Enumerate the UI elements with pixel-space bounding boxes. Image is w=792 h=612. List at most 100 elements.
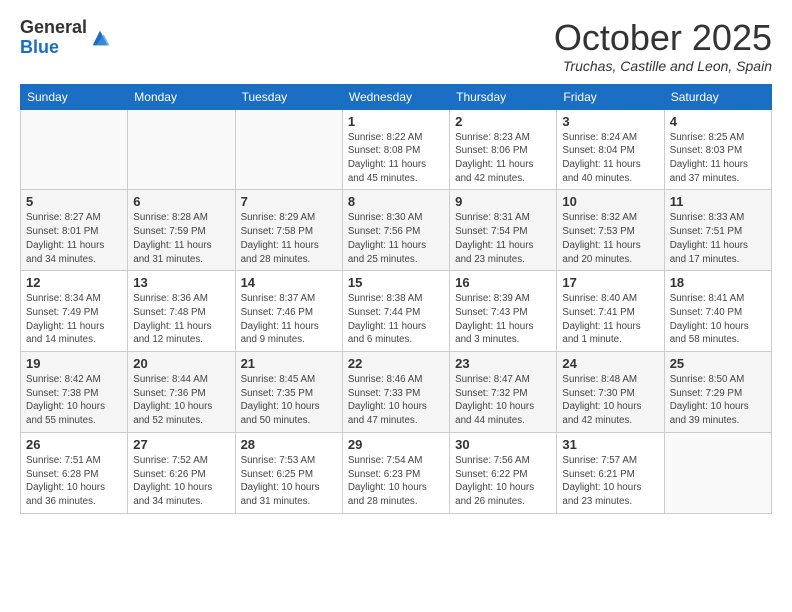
table-row: 30 Sunrise: 7:56 AM Sunset: 6:22 PM Dayli… xyxy=(450,432,557,513)
table-row: 10 Sunrise: 8:32 AM Sunset: 7:53 PM Dayli… xyxy=(557,190,664,271)
day-info: Sunrise: 8:31 AM Sunset: 7:54 PM Dayligh… xyxy=(455,211,551,266)
day-number: 9 xyxy=(455,194,551,209)
day-number: 27 xyxy=(133,437,229,452)
day-number: 12 xyxy=(26,275,122,290)
table-row xyxy=(235,109,342,190)
day-number: 13 xyxy=(133,275,229,290)
calendar-row: 26 Sunrise: 7:51 AM Sunset: 6:28 PM Dayli… xyxy=(21,432,772,513)
table-row xyxy=(21,109,128,190)
day-info: Sunrise: 8:24 AM Sunset: 8:04 PM Dayligh… xyxy=(562,131,658,186)
day-number: 25 xyxy=(670,356,766,371)
day-number: 7 xyxy=(241,194,337,209)
calendar-row: 1 Sunrise: 8:22 AM Sunset: 8:08 PM Daylig… xyxy=(21,109,772,190)
logo: General Blue xyxy=(20,18,111,58)
day-info: Sunrise: 7:53 AM Sunset: 6:25 PM Dayligh… xyxy=(241,454,337,509)
day-number: 29 xyxy=(348,437,444,452)
title-block: October 2025 Truchas, Castille and Leon,… xyxy=(554,18,772,74)
day-info: Sunrise: 8:38 AM Sunset: 7:44 PM Dayligh… xyxy=(348,292,444,347)
day-info: Sunrise: 8:32 AM Sunset: 7:53 PM Dayligh… xyxy=(562,211,658,266)
day-info: Sunrise: 7:56 AM Sunset: 6:22 PM Dayligh… xyxy=(455,454,551,509)
day-info: Sunrise: 8:22 AM Sunset: 8:08 PM Dayligh… xyxy=(348,131,444,186)
header-sunday: Sunday xyxy=(21,84,128,109)
day-info: Sunrise: 8:34 AM Sunset: 7:49 PM Dayligh… xyxy=(26,292,122,347)
table-row: 29 Sunrise: 7:54 AM Sunset: 6:23 PM Dayli… xyxy=(342,432,449,513)
day-number: 18 xyxy=(670,275,766,290)
table-row: 3Sunrise: 8:24 AM Sunset: 8:04 PM Daylig… xyxy=(557,109,664,190)
day-number: 11 xyxy=(670,194,766,209)
logo-general: General xyxy=(20,18,87,38)
calendar-row: 19 Sunrise: 8:42 AM Sunset: 7:38 PM Dayli… xyxy=(21,352,772,433)
day-info: Sunrise: 8:28 AM Sunset: 7:59 PM Dayligh… xyxy=(133,211,229,266)
day-number: 22 xyxy=(348,356,444,371)
day-info: Sunrise: 8:25 AM Sunset: 8:03 PM Dayligh… xyxy=(670,131,766,186)
table-row: 22 Sunrise: 8:46 AM Sunset: 7:33 PM Dayli… xyxy=(342,352,449,433)
table-row: 1 Sunrise: 8:22 AM Sunset: 8:08 PM Daylig… xyxy=(342,109,449,190)
day-number: 8 xyxy=(348,194,444,209)
table-row: 5Sunrise: 8:27 AM Sunset: 8:01 PM Daylig… xyxy=(21,190,128,271)
table-row: 11 Sunrise: 8:33 AM Sunset: 7:51 PM Dayli… xyxy=(664,190,771,271)
header: General Blue October 2025 Truchas, Casti… xyxy=(20,18,772,74)
day-info: Sunrise: 7:51 AM Sunset: 6:28 PM Dayligh… xyxy=(26,454,122,509)
day-info: Sunrise: 7:57 AM Sunset: 6:21 PM Dayligh… xyxy=(562,454,658,509)
month-title: October 2025 xyxy=(554,18,772,58)
day-info: Sunrise: 8:41 AM Sunset: 7:40 PM Dayligh… xyxy=(670,292,766,347)
table-row: 25 Sunrise: 8:50 AM Sunset: 7:29 PM Dayli… xyxy=(664,352,771,433)
day-info: Sunrise: 8:40 AM Sunset: 7:41 PM Dayligh… xyxy=(562,292,658,347)
day-info: Sunrise: 8:27 AM Sunset: 8:01 PM Dayligh… xyxy=(26,211,122,266)
table-row: 15 Sunrise: 8:38 AM Sunset: 7:44 PM Dayli… xyxy=(342,271,449,352)
day-number: 24 xyxy=(562,356,658,371)
day-number: 2 xyxy=(455,114,551,129)
table-row: 20 Sunrise: 8:44 AM Sunset: 7:36 PM Dayli… xyxy=(128,352,235,433)
header-thursday: Thursday xyxy=(450,84,557,109)
table-row: 27 Sunrise: 7:52 AM Sunset: 6:26 PM Dayli… xyxy=(128,432,235,513)
day-number: 10 xyxy=(562,194,658,209)
calendar-row: 12 Sunrise: 8:34 AM Sunset: 7:49 PM Dayli… xyxy=(21,271,772,352)
table-row: 24 Sunrise: 8:48 AM Sunset: 7:30 PM Dayli… xyxy=(557,352,664,433)
day-number: 19 xyxy=(26,356,122,371)
table-row: 8 Sunrise: 8:30 AM Sunset: 7:56 PM Daylig… xyxy=(342,190,449,271)
day-info: Sunrise: 7:54 AM Sunset: 6:23 PM Dayligh… xyxy=(348,454,444,509)
page: General Blue October 2025 Truchas, Casti… xyxy=(0,0,792,612)
day-number: 20 xyxy=(133,356,229,371)
day-number: 26 xyxy=(26,437,122,452)
table-row xyxy=(128,109,235,190)
table-row: 12 Sunrise: 8:34 AM Sunset: 7:49 PM Dayli… xyxy=(21,271,128,352)
header-friday: Friday xyxy=(557,84,664,109)
table-row: 23Sunrise: 8:47 AM Sunset: 7:32 PM Dayli… xyxy=(450,352,557,433)
logo-text: General Blue xyxy=(20,18,87,58)
day-info: Sunrise: 7:52 AM Sunset: 6:26 PM Dayligh… xyxy=(133,454,229,509)
day-info: Sunrise: 8:45 AM Sunset: 7:35 PM Dayligh… xyxy=(241,373,337,428)
day-info: Sunrise: 8:39 AM Sunset: 7:43 PM Dayligh… xyxy=(455,292,551,347)
header-saturday: Saturday xyxy=(664,84,771,109)
logo-blue: Blue xyxy=(20,38,87,58)
table-row: 6Sunrise: 8:28 AM Sunset: 7:59 PM Daylig… xyxy=(128,190,235,271)
table-row xyxy=(664,432,771,513)
day-number: 15 xyxy=(348,275,444,290)
calendar-row: 5Sunrise: 8:27 AM Sunset: 8:01 PM Daylig… xyxy=(21,190,772,271)
header-wednesday: Wednesday xyxy=(342,84,449,109)
day-info: Sunrise: 8:48 AM Sunset: 7:30 PM Dayligh… xyxy=(562,373,658,428)
table-row: 9 Sunrise: 8:31 AM Sunset: 7:54 PM Daylig… xyxy=(450,190,557,271)
day-number: 17 xyxy=(562,275,658,290)
table-row: 14Sunrise: 8:37 AM Sunset: 7:46 PM Dayli… xyxy=(235,271,342,352)
day-info: Sunrise: 8:47 AM Sunset: 7:32 PM Dayligh… xyxy=(455,373,551,428)
table-row: 16Sunrise: 8:39 AM Sunset: 7:43 PM Dayli… xyxy=(450,271,557,352)
table-row: 7Sunrise: 8:29 AM Sunset: 7:58 PM Daylig… xyxy=(235,190,342,271)
table-row: 18 Sunrise: 8:41 AM Sunset: 7:40 PM Dayli… xyxy=(664,271,771,352)
header-monday: Monday xyxy=(128,84,235,109)
day-number: 1 xyxy=(348,114,444,129)
table-row: 21 Sunrise: 8:45 AM Sunset: 7:35 PM Dayli… xyxy=(235,352,342,433)
day-info: Sunrise: 8:50 AM Sunset: 7:29 PM Dayligh… xyxy=(670,373,766,428)
day-info: Sunrise: 8:42 AM Sunset: 7:38 PM Dayligh… xyxy=(26,373,122,428)
location: Truchas, Castille and Leon, Spain xyxy=(554,58,772,74)
weekday-header-row: Sunday Monday Tuesday Wednesday Thursday… xyxy=(21,84,772,109)
day-number: 14 xyxy=(241,275,337,290)
table-row: 28Sunrise: 7:53 AM Sunset: 6:25 PM Dayli… xyxy=(235,432,342,513)
day-number: 30 xyxy=(455,437,551,452)
day-info: Sunrise: 8:33 AM Sunset: 7:51 PM Dayligh… xyxy=(670,211,766,266)
day-info: Sunrise: 8:46 AM Sunset: 7:33 PM Dayligh… xyxy=(348,373,444,428)
day-number: 21 xyxy=(241,356,337,371)
day-info: Sunrise: 8:30 AM Sunset: 7:56 PM Dayligh… xyxy=(348,211,444,266)
table-row: 17 Sunrise: 8:40 AM Sunset: 7:41 PM Dayli… xyxy=(557,271,664,352)
day-info: Sunrise: 8:44 AM Sunset: 7:36 PM Dayligh… xyxy=(133,373,229,428)
